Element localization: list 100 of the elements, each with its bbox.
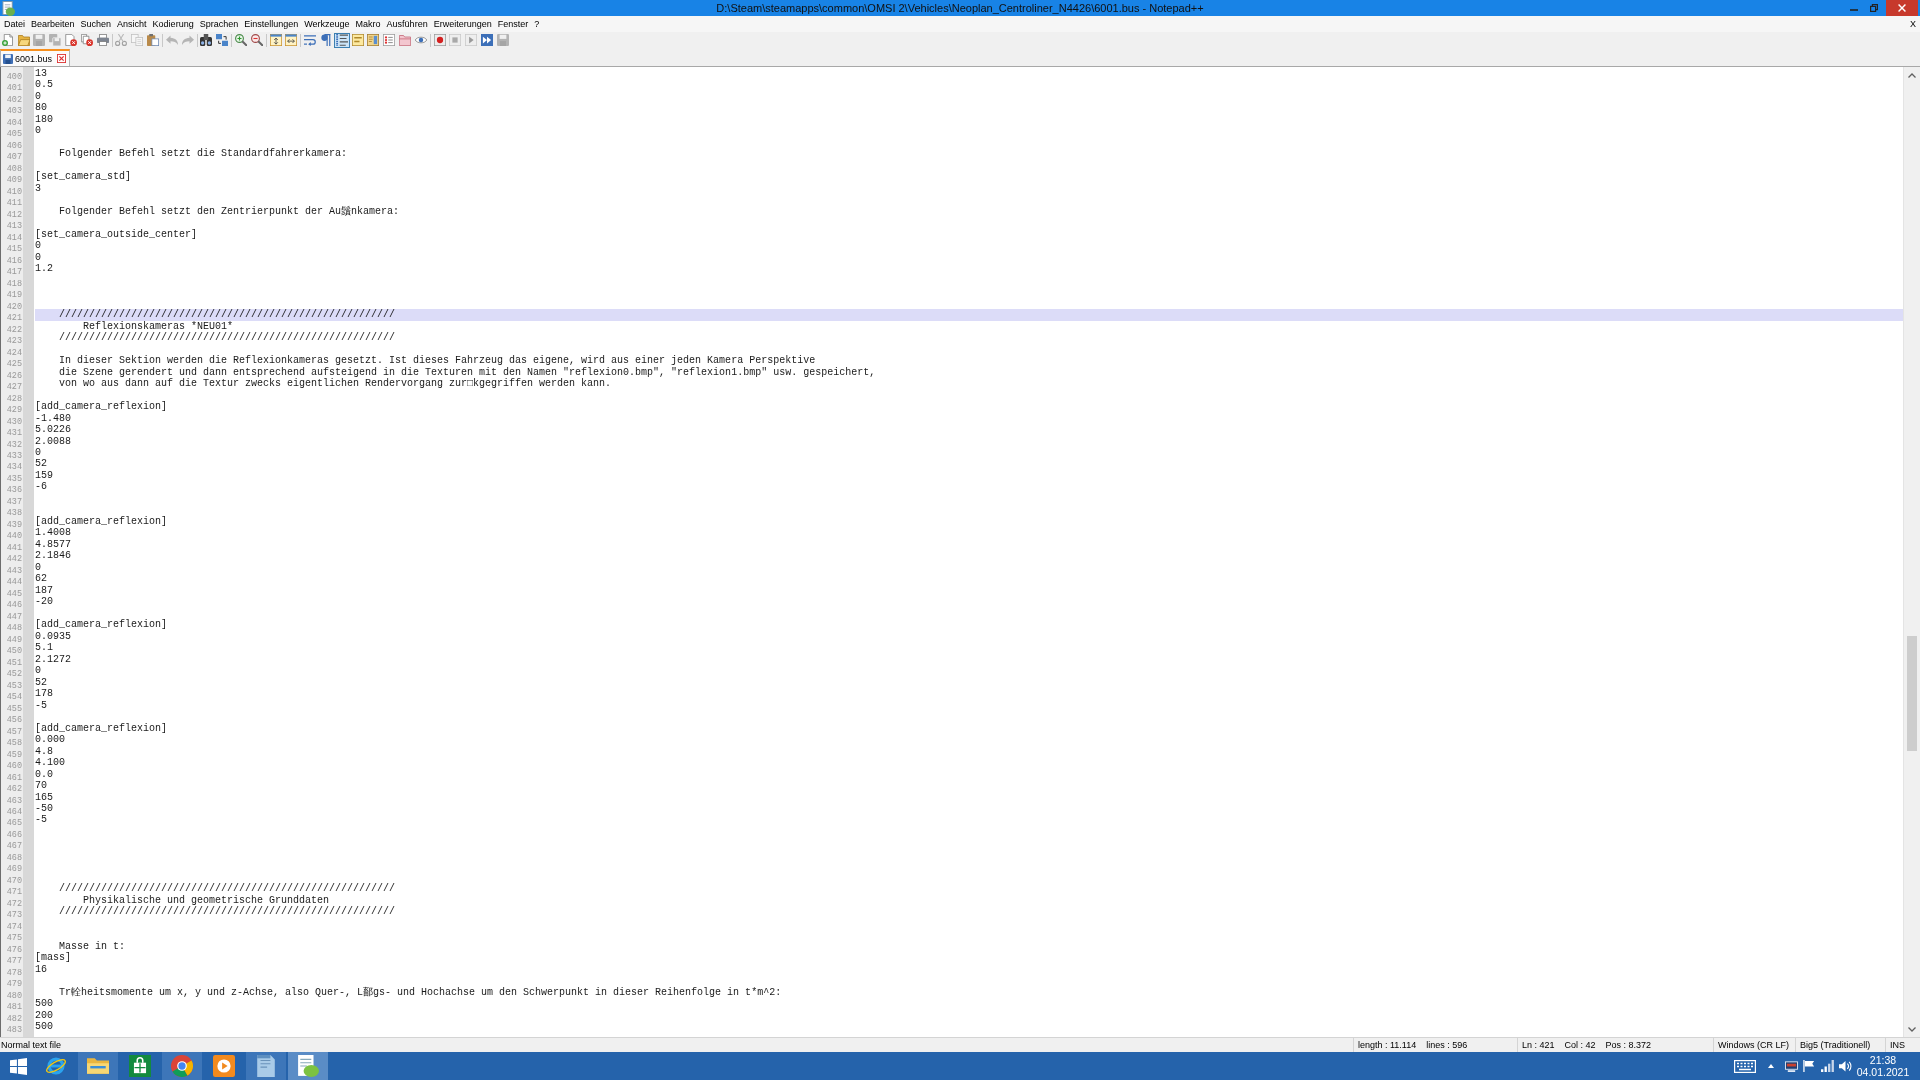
record-macro-button[interactable] [431,32,448,48]
menu-item[interactable]: ? [531,17,543,31]
line-number: 444 [6,577,22,588]
taskbar-app-button[interactable] [78,1052,118,1080]
line-number: 424 [6,347,22,358]
line-number: 453 [6,680,22,691]
line-number: 427 [6,382,22,393]
scrollbar-thumb[interactable] [1907,636,1917,751]
line-number: 423 [6,336,22,347]
word-wrap-button[interactable] [302,32,319,48]
line-number: 435 [6,473,22,484]
menu-item[interactable]: Bearbeiten [28,17,78,31]
line-number: 450 [6,646,22,657]
taskbar-app-button[interactable] [246,1052,286,1080]
paste-button[interactable] [145,32,161,48]
close-button[interactable] [1886,0,1918,16]
wrap-lines-icon [304,34,317,46]
close-icon[interactable] [57,54,67,63]
line-number: 442 [6,554,22,565]
swap-boxes-icon [216,34,229,46]
code-line: 5.1 [35,642,53,654]
close-file-button[interactable] [63,32,79,48]
user-language-button[interactable] [349,32,366,48]
code-line: -6 [35,481,47,493]
line-number: 425 [6,359,22,370]
code-line: 2.0088 [35,435,71,447]
line-number: 406 [6,140,22,151]
taskbar-app-button[interactable] [288,1052,328,1080]
menu-item[interactable]: Kodierung [149,17,197,31]
code-line: 200 [35,1009,53,1022]
menu-item[interactable]: Fenster [494,17,532,31]
line-number: 477 [6,956,22,967]
line-number: 422 [6,324,22,335]
menu-item[interactable]: Werkzeuge [301,17,353,31]
line-number: 412 [6,209,22,220]
clock-button[interactable]: 21:38 04.01.2021 [1858,1054,1908,1078]
code-line: von wo aus dann auf die Textur zwecks eigentlichen Rendervorgang zur□kgegriffen werden kann. [59,378,612,390]
line-number: 448 [6,623,22,634]
line-number: 415 [6,244,22,255]
line-number: 480 [6,990,22,1001]
show-all-characters-button[interactable] [318,32,334,48]
play-tile-icon [213,1055,235,1077]
code-line: Tr輇heitsmomente um x, y und z-Achse, also Quer-, L鄐gs- und Hochachse um den Schwerpunkt in dieser Reihenfolge in t*m^2: [59,986,782,999]
run-macro-multiple-button[interactable] [479,32,495,48]
taskbar-app-button[interactable] [162,1052,202,1080]
line-count: lines : 596 [1426,1039,1468,1051]
sync-vertical-button[interactable] [267,32,284,48]
find-button[interactable] [198,32,215,48]
replace-button[interactable] [214,32,231,48]
chevron-down-icon [1908,1026,1916,1032]
new-file-button[interactable] [0,32,16,48]
file-tab[interactable]: 6001.bus [0,49,71,66]
zoom-in-button[interactable] [233,32,249,48]
code-line: [add_camera_reflexion] [35,515,168,528]
line-number: 457 [6,726,22,737]
line-number: 458 [6,738,22,749]
open-file-button[interactable] [15,32,32,48]
code-line: 0.000 [35,734,65,746]
restore-icon [1870,4,1878,12]
document-map-button[interactable] [365,32,382,48]
line-number: 408 [6,163,22,174]
code-line: [set_camera_std] [35,171,131,183]
sync-horizontal-button[interactable] [283,32,300,48]
print-button[interactable] [94,32,111,48]
code-line: 500 [35,998,53,1010]
menu-item[interactable]: Erweiterungen [430,17,495,31]
menu-item[interactable]: Sprachen [196,17,242,31]
menu-item[interactable]: Einstellungen [241,17,302,31]
line-number: 463 [6,795,22,806]
line-number: 405 [6,129,22,140]
line-number: 481 [6,1002,22,1013]
menu-item[interactable]: Ansicht [114,17,150,31]
line-number: 475 [6,933,22,944]
code-line: 3 [35,182,41,195]
folder-icon [399,34,411,46]
line-number: 421 [6,313,22,324]
notepad-icon [297,1055,319,1077]
close-document-button[interactable]: X [1909,17,1917,31]
vertical-scrollbar[interactable] [1903,67,1920,1037]
pages-cross-icon [80,34,93,46]
code-line: //////////////////////////////////////////////////////// [59,906,396,918]
menu-item[interactable]: Suchen [77,17,115,31]
folder-workspace-button[interactable] [397,32,413,48]
menu-item[interactable]: Makro [352,17,384,31]
menu-item[interactable]: Datei [1,17,28,31]
function-list-button[interactable] [381,32,398,48]
code-line: 0 [35,90,41,103]
cursor-column: Col : 42 [1564,1039,1596,1051]
zoom-out-button[interactable] [248,32,265,48]
indent-guide-button[interactable] [333,32,350,48]
menu-item[interactable]: Ausführen [383,17,431,31]
line-number: 419 [6,290,22,301]
blank-page-icon [1,34,14,46]
code-line: 52 [35,676,47,689]
line-number: 459 [6,749,22,760]
line-number: 455 [6,703,22,714]
clipboard-icon [147,34,160,46]
line-number: 482 [6,1013,22,1024]
line-number: 454 [6,692,22,703]
close-all-button[interactable] [79,32,95,48]
